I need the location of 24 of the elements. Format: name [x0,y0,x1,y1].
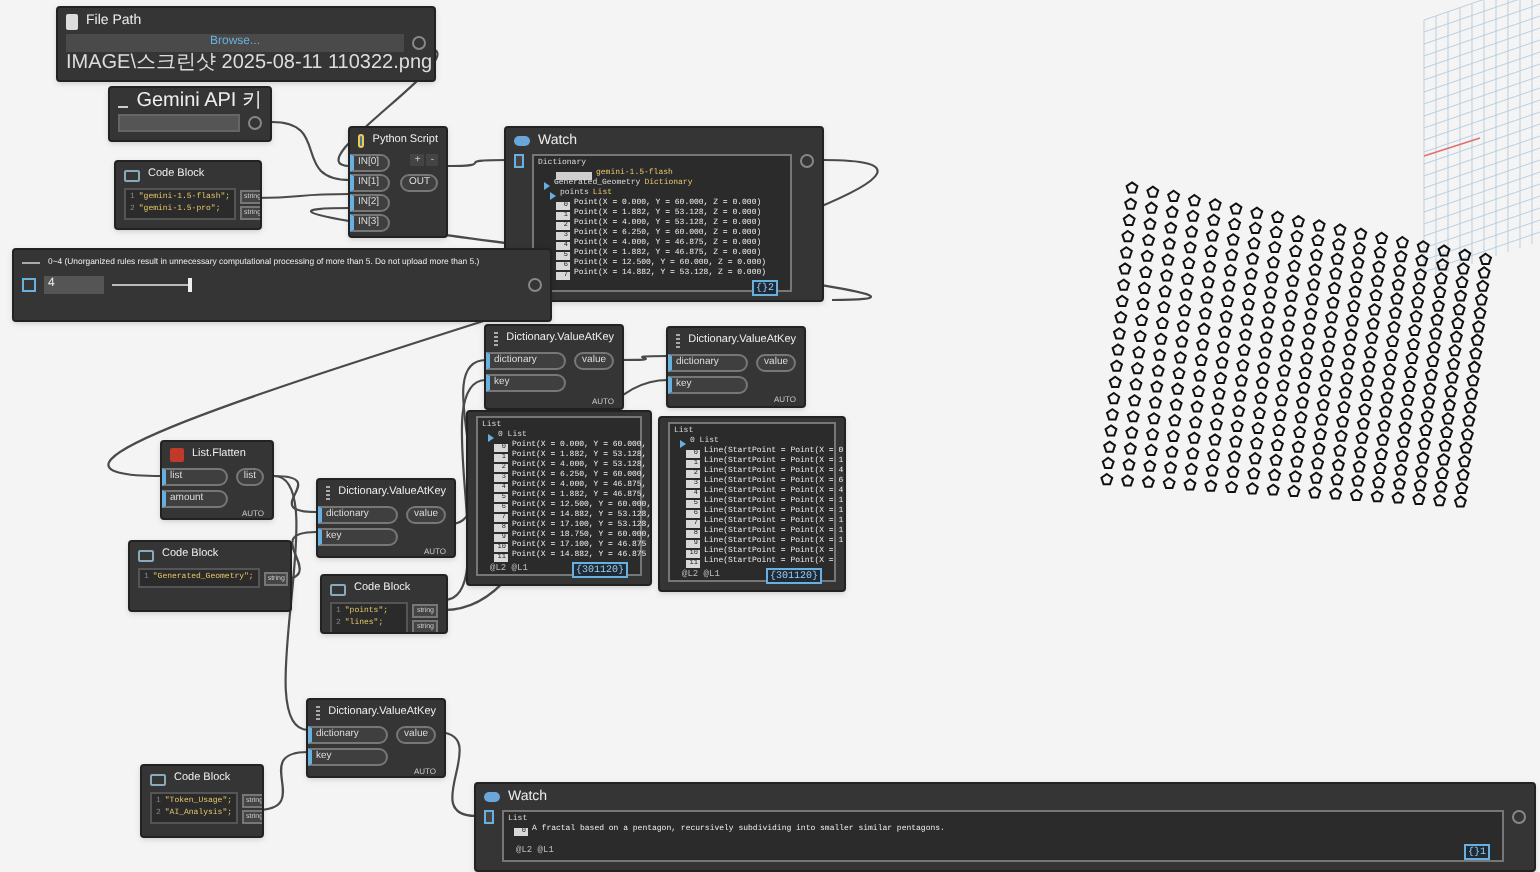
node-title: Gemini API 키 [136,91,262,111]
output-port[interactable] [1512,810,1526,824]
list-icon [170,448,184,462]
node-icon [494,332,499,346]
output-port[interactable] [800,154,814,168]
text-input-field[interactable] [118,114,240,132]
input-port[interactable] [484,810,494,824]
file-path-value: IMAGE\스크린샷 2025-08-11 110322.png [64,52,434,76]
code-icon [150,773,166,785]
node-icon [326,486,331,500]
file-icon [66,13,78,29]
expand-icon[interactable] [22,278,36,292]
input-port[interactable] [514,154,524,168]
code-icon [138,549,154,561]
node-icon [676,334,681,348]
eye-icon [484,792,500,802]
python-logo-icon [358,134,365,148]
code-icon [124,169,140,181]
node-icon [316,706,321,720]
output-port[interactable] [248,116,262,130]
output-port[interactable] [412,36,426,50]
output-port[interactable] [528,278,542,292]
eye-icon [514,136,530,146]
code-icon [330,583,346,595]
